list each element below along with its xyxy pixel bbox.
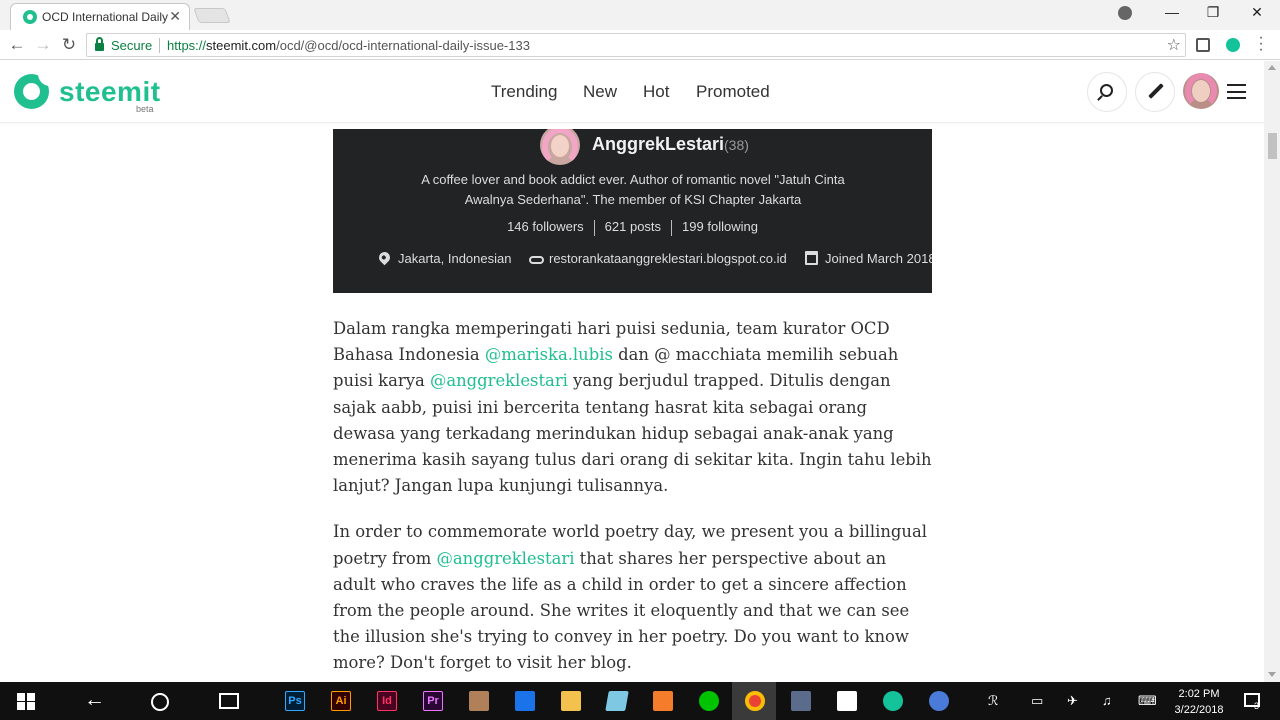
- scroll-down-icon[interactable]: [1268, 672, 1276, 677]
- slides-app-icon[interactable]: [653, 691, 673, 711]
- secure-label: Secure: [111, 38, 153, 53]
- scroll-up-icon[interactable]: [1268, 65, 1276, 70]
- browser-profile-icon[interactable]: [1118, 6, 1132, 20]
- taskbar-clock[interactable]: 2:02 PM 3/22/2018: [1170, 686, 1228, 718]
- windows-taskbar: ← Ps Ai Id Pr ℛ ▭ ✈ ♫ ⌨ 2:02 PM 3/22/201…: [0, 682, 1280, 720]
- camera-app-icon[interactable]: [469, 691, 489, 711]
- followers-count: 146 followers: [507, 219, 584, 234]
- profile-reputation: (38): [724, 137, 749, 153]
- battery-icon[interactable]: ▭: [1031, 693, 1043, 709]
- people-icon[interactable]: ℛ: [988, 693, 998, 709]
- airplane-icon[interactable]: ✈: [1067, 693, 1078, 709]
- profile-bio: A coffee lover and book addict ever. Aut…: [421, 172, 845, 207]
- close-window-button[interactable]: ✕: [1242, 4, 1272, 24]
- taskbar-back-icon[interactable]: ←: [84, 688, 105, 712]
- profile-card-image: AnggrekLestari (38) A coffee lover and b…: [333, 129, 932, 293]
- url-text: https://steemit.com/ocd/@ocd/ocd-interna…: [167, 38, 530, 53]
- following-count: 199 following: [682, 219, 758, 234]
- bookmark-star-icon[interactable]: ☆: [1167, 35, 1181, 55]
- address-separator: [159, 38, 160, 53]
- paragraph-indonesian: Dalam rangka memperingati hari puisi sed…: [333, 319, 932, 496]
- nav-promoted[interactable]: Promoted: [696, 82, 770, 102]
- profile-name: AnggrekLestari: [592, 134, 725, 154]
- search-button[interactable]: [1087, 72, 1127, 112]
- cortana-icon[interactable]: [151, 693, 169, 711]
- nav-trending[interactable]: Trending: [491, 82, 557, 102]
- tab-close-icon[interactable]: ✕: [169, 8, 181, 25]
- clock-date: 3/22/2018: [1174, 704, 1224, 716]
- nav-new[interactable]: New: [583, 82, 617, 102]
- mention-link-anggreklestari[interactable]: @anggreklestari: [430, 371, 568, 390]
- task-view-icon[interactable]: [219, 693, 239, 709]
- illustrator-icon[interactable]: Ai: [331, 691, 351, 711]
- grammarly-extension-icon[interactable]: [1226, 38, 1240, 52]
- location-pin-icon: [376, 249, 393, 266]
- profile-avatar: [540, 129, 580, 165]
- cast-extension-icon[interactable]: [1196, 38, 1210, 52]
- submit-story-button[interactable]: [1135, 72, 1175, 112]
- pencil-icon: [1148, 83, 1164, 99]
- mention-link-mariska[interactable]: @mariska.lubis: [485, 345, 613, 364]
- lock-icon: [95, 37, 104, 51]
- page-scrollbar[interactable]: [1264, 61, 1280, 682]
- chrome-canary-icon[interactable]: [929, 691, 949, 711]
- article-body: Dalam rangka memperingati hari puisi sed…: [333, 316, 933, 697]
- profile-stats: 146 followers 621 posts 199 following: [333, 219, 932, 236]
- word-app-icon[interactable]: [515, 691, 535, 711]
- user-avatar[interactable]: [1183, 73, 1219, 109]
- premiere-icon[interactable]: Pr: [423, 691, 443, 711]
- chrome-app-icon[interactable]: [745, 691, 765, 711]
- notes-app-icon[interactable]: [605, 691, 629, 711]
- search-icon: [1100, 84, 1113, 97]
- windows-start-icon[interactable]: [17, 693, 35, 710]
- line-app-icon[interactable]: [699, 691, 719, 711]
- paragraph-english: In order to commemorate world poetry day…: [333, 522, 927, 673]
- link-icon: [529, 256, 544, 264]
- browser-tab[interactable]: OCD International Daily ✕: [10, 3, 190, 30]
- chrome-menu-icon[interactable]: · · ·: [1256, 30, 1266, 58]
- restore-button[interactable]: ❐: [1198, 4, 1228, 24]
- steemit-header: steemit beta Trending New Hot Promoted: [0, 61, 1268, 123]
- mention-link-anggreklestari[interactable]: @anggreklestari: [436, 549, 574, 568]
- browser-tab-strip: OCD International Daily ✕ — ❐ ✕: [0, 0, 1280, 30]
- photoshop-icon[interactable]: Ps: [285, 691, 305, 711]
- new-tab-button[interactable]: [193, 8, 231, 23]
- hamburger-menu-icon[interactable]: [1227, 84, 1246, 99]
- grammarly-app-icon[interactable]: [883, 691, 903, 711]
- reload-button[interactable]: ↻: [58, 34, 80, 56]
- calendar-icon: [805, 251, 818, 265]
- steemit-logo-icon[interactable]: [14, 74, 50, 109]
- profile-website: restorankataanggreklestari.blogspot.co.i…: [549, 251, 787, 266]
- tab-title: OCD International Daily: [42, 10, 169, 24]
- indesign-icon[interactable]: Id: [377, 691, 397, 711]
- file-explorer-icon[interactable]: [561, 691, 581, 711]
- browser-toolbar: ← → ↻ Secure https://steemit.com/ocd/@oc…: [0, 30, 1280, 60]
- back-button[interactable]: ←: [6, 34, 28, 56]
- profile-joined: Joined March 2018: [825, 251, 932, 266]
- forward-button[interactable]: →: [32, 34, 54, 56]
- minimize-button[interactable]: —: [1157, 4, 1187, 24]
- nav-hot[interactable]: Hot: [643, 82, 669, 102]
- keyboard-icon[interactable]: ⌨: [1138, 693, 1157, 709]
- notification-count: 3: [1254, 701, 1260, 711]
- profile-location: Jakarta, Indonesian: [398, 251, 512, 266]
- posts-count: 621 posts: [604, 219, 662, 234]
- volume-icon[interactable]: ♫: [1102, 693, 1112, 708]
- steemit-favicon-icon: [23, 10, 37, 24]
- clock-time: 2:02 PM: [1178, 688, 1220, 700]
- scroll-thumb[interactable]: [1268, 133, 1277, 159]
- address-bar[interactable]: Secure https://steemit.com/ocd/@ocd/ocd-…: [86, 33, 1186, 57]
- beta-label: beta: [136, 104, 154, 114]
- snip-app-icon[interactable]: [837, 691, 857, 711]
- discord-app-icon[interactable]: [791, 691, 811, 711]
